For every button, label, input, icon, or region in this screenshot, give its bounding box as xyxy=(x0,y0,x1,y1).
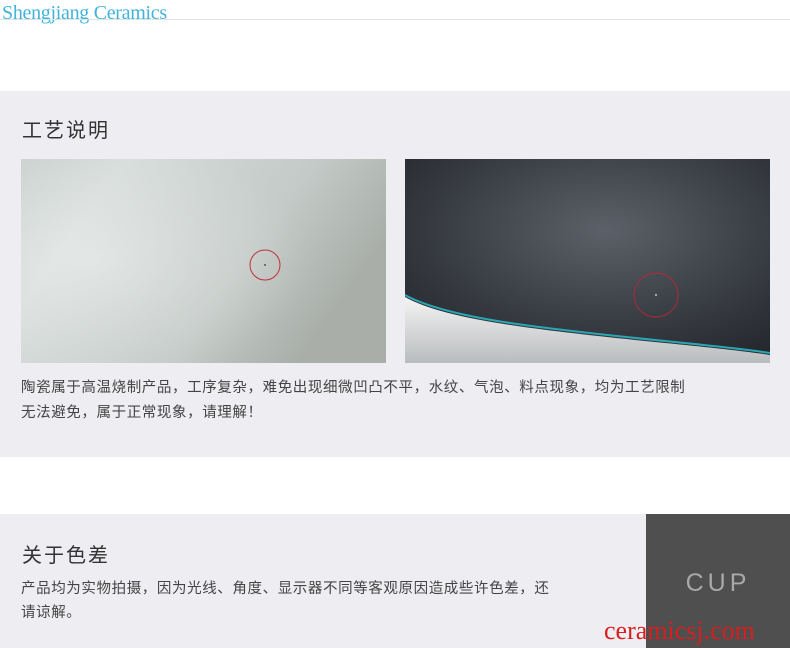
craft-title: 工艺说明 xyxy=(22,118,110,142)
color-title: 关于色差 xyxy=(22,543,110,567)
craft-note-line-1: 陶瓷属于高温烧制产品，工序复杂，难免出现细微凹凸不平，水纹、气泡、料点现象，均为… xyxy=(21,380,686,396)
light-glaze-photo xyxy=(21,159,386,363)
top-divider xyxy=(0,19,790,20)
cup-label: CUP xyxy=(685,569,751,597)
dark-glaze-photo xyxy=(405,159,770,363)
color-note-line-2: 请谅解。 xyxy=(21,605,82,621)
watermark-bottom: ceramicsj.com xyxy=(604,616,755,645)
craft-note-line-2: 无法避免，属于正常现象，请理解！ xyxy=(21,405,263,421)
watermark-top: Shengjiang Ceramics xyxy=(2,2,167,24)
color-note-line-1: 产品均为实物拍摄，因为光线、角度、显示器不同等客观原因造成些许色差，还 xyxy=(21,581,550,597)
